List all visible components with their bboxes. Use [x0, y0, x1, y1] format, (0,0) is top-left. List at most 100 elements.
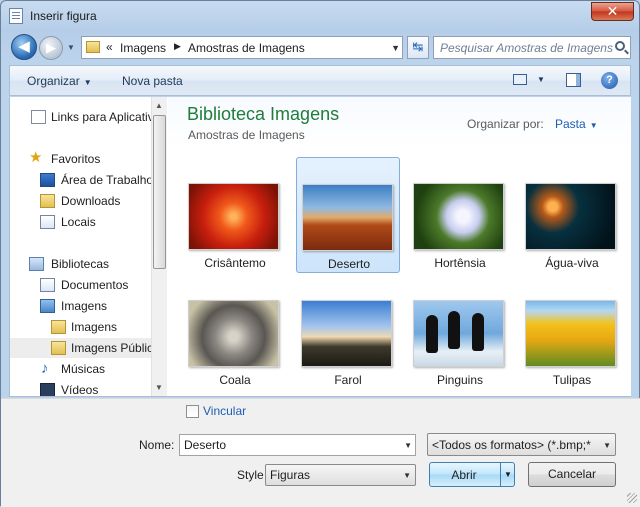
shortcut-icon [31, 110, 46, 124]
sidebar-item-label: Downloads [61, 194, 121, 208]
window-title: Inserir figura [30, 9, 97, 23]
address-bar[interactable]: « Imagens ▶ Amostras de Imagens ▼ [81, 36, 403, 59]
chevron-down-icon: ▼ [83, 78, 92, 87]
sidebar-item-desktop[interactable]: Área de Trabalho [10, 170, 151, 190]
breadcrumb-imagens[interactable]: Imagens [120, 41, 166, 55]
filename-value: Deserto [184, 438, 227, 452]
breadcrumb-separator-icon[interactable]: ▶ [174, 41, 181, 52]
link-checkbox-label[interactable]: Vincular [203, 404, 246, 418]
organize-button[interactable]: Organizar ▼ [27, 74, 92, 88]
file-tile[interactable]: Água-viva [520, 157, 624, 273]
style-select[interactable]: Figuras ▼ [265, 464, 416, 486]
file-name: Deserto [327, 257, 371, 271]
file-name: Pinguins [436, 373, 484, 387]
image-thumbnail [188, 300, 279, 367]
filename-label: Nome: [139, 438, 175, 452]
sidebar-item-music[interactable]: ♪ Músicas [10, 359, 151, 379]
file-name: Crisântemo [204, 256, 266, 270]
help-icon[interactable]: ? [601, 72, 618, 89]
open-button[interactable]: Abrir ▼ [429, 462, 515, 487]
chevron-down-icon: ▼ [603, 441, 611, 450]
address-dropdown-icon[interactable]: ▼ [391, 43, 400, 53]
open-options-dropdown[interactable]: ▼ [504, 470, 512, 479]
sidebar-item-videos[interactable]: Vídeos [10, 380, 151, 396]
file-tile[interactable]: Tulipas [520, 274, 624, 390]
navigation-pane[interactable]: Links para Aplicativos ★ Favoritos Área … [10, 97, 151, 396]
sidebar-item-label: Bibliotecas [51, 257, 110, 271]
arrange-by-label: Organizar por: [467, 117, 544, 131]
sidebar-item-downloads[interactable]: Downloads [10, 191, 151, 211]
link-checkbox[interactable] [186, 405, 199, 418]
sidebar-item-label: Imagens [71, 320, 118, 334]
file-tile[interactable]: Crisântemo [183, 157, 287, 273]
desktop-icon [40, 173, 55, 187]
film-icon [40, 383, 55, 396]
folder-icon [86, 41, 100, 53]
scroll-down-icon[interactable]: ▼ [155, 383, 163, 392]
back-button[interactable]: ◀ [11, 34, 37, 60]
main-content: Links para Aplicativos ★ Favoritos Área … [9, 97, 631, 397]
sidebar-item-documents[interactable]: Documentos [10, 275, 151, 295]
sidebar-scrollbar[interactable]: ▲ ▼ [151, 97, 167, 396]
address-overflow-chevron[interactable]: « [106, 40, 113, 54]
file-tile[interactable]: Coala [183, 274, 287, 390]
arrange-by-dropdown[interactable]: Pasta ▼ [555, 117, 598, 131]
places-icon [40, 215, 55, 229]
sidebar-item-favorites[interactable]: ★ Favoritos [10, 149, 151, 169]
sidebar-item-pictures[interactable]: Imagens [10, 296, 151, 316]
image-thumbnail [188, 183, 279, 250]
search-input[interactable]: Pesquisar Amostras de Imagens [433, 36, 631, 59]
resize-grip-icon[interactable] [627, 493, 637, 503]
view-options-dropdown[interactable]: ▼ [537, 75, 545, 84]
sidebar-item-label: Locais [61, 215, 96, 229]
breadcrumb-amostras[interactable]: Amostras de Imagens [188, 41, 305, 55]
star-icon: ★ [29, 149, 43, 166]
refresh-button[interactable]: ↹ [407, 36, 429, 59]
forward-button[interactable]: ▶ [39, 36, 63, 60]
sidebar-item-label: Documentos [61, 278, 129, 292]
change-view-icon[interactable] [513, 74, 527, 85]
scroll-up-icon[interactable]: ▲ [155, 101, 163, 110]
image-thumbnail [525, 300, 616, 367]
new-folder-button[interactable]: Nova pasta [122, 74, 183, 88]
file-type-select[interactable]: <Todos os formatos> (*.bmp;* ▼ [427, 433, 616, 456]
file-tile[interactable]: Farol [296, 274, 400, 390]
arrange-by-value: Pasta [555, 117, 586, 131]
file-type-value: <Todos os formatos> (*.bmp;* [432, 438, 591, 452]
chevron-down-icon: ▼ [403, 471, 411, 480]
sidebar-item-links[interactable]: Links para Aplicativos [10, 107, 151, 127]
downloads-icon [40, 194, 55, 208]
file-name: Coala [219, 373, 251, 387]
command-bar: Organizar ▼ Nova pasta ▼ ? [9, 65, 631, 96]
sidebar-item-label: Área de Trabalho [61, 173, 151, 187]
libraries-icon [29, 257, 44, 271]
file-tile[interactable]: Deserto [296, 157, 400, 273]
cancel-button[interactable]: Cancelar [528, 462, 616, 487]
sidebar-item-places[interactable]: Locais [10, 212, 151, 232]
sidebar-item-my-pictures[interactable]: Imagens [10, 317, 151, 337]
organize-label: Organizar [27, 74, 80, 88]
search-icon[interactable] [615, 41, 625, 51]
folder-icon [51, 341, 66, 355]
sidebar-item-libraries[interactable]: Bibliotecas [10, 254, 151, 274]
recent-locations-dropdown[interactable]: ▼ [67, 43, 75, 52]
file-tile[interactable]: Pinguins [408, 274, 512, 390]
file-tile[interactable]: Hortênsia [408, 157, 512, 273]
dialog-window: Inserir figura ✕ ◀ ▶ ▼ « Imagens ▶ Amost… [0, 0, 640, 507]
file-name: Água-viva [545, 256, 599, 270]
file-name: Hortênsia [434, 256, 486, 270]
image-thumbnail [301, 300, 392, 367]
chevron-down-icon[interactable]: ▼ [404, 441, 412, 450]
split-divider [500, 463, 501, 486]
sidebar-item-public-pictures[interactable]: Imagens Públicas [10, 338, 151, 358]
sidebar-item-label: Imagens [61, 299, 108, 313]
title-bar[interactable]: Inserir figura ✕ [1, 1, 639, 31]
close-button[interactable]: ✕ [591, 2, 634, 21]
preview-pane-icon[interactable] [566, 73, 581, 87]
filename-field[interactable]: Deserto ▼ [179, 434, 416, 456]
navigation-bar: ◀ ▶ ▼ « Imagens ▶ Amostras de Imagens ▼ … [9, 33, 631, 61]
file-name: Tulipas [552, 373, 592, 387]
scrollbar-thumb[interactable] [153, 115, 166, 269]
search-placeholder: Pesquisar Amostras de Imagens [440, 41, 613, 55]
penguin-shape [448, 311, 460, 349]
